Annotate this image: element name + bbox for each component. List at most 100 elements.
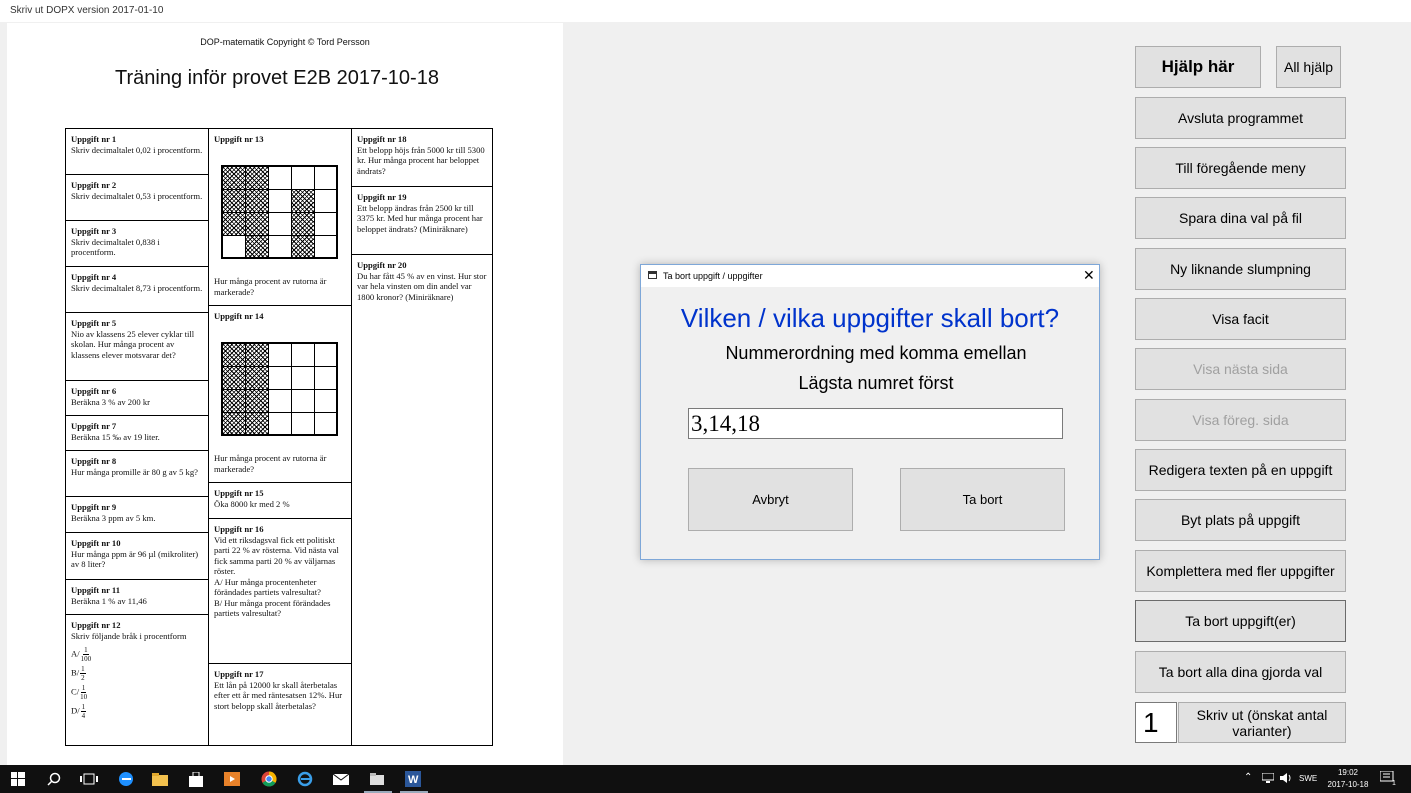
task-view-icon[interactable] bbox=[78, 769, 100, 789]
print-button[interactable]: Skriv ut (önskat antal varianter) bbox=[1178, 702, 1346, 743]
grid-cell bbox=[267, 365, 292, 390]
edge-icon[interactable] bbox=[116, 769, 136, 789]
task-cell: Uppgift nr 17 Ett lån på 12000 kr skall å… bbox=[214, 669, 343, 711]
task-column-1: Uppgift nr 1 Skriv decimaltalet 0,02 i pr… bbox=[66, 129, 209, 745]
help-here-button[interactable]: Hjälp här bbox=[1135, 46, 1261, 88]
task-cell: Uppgift nr 11 Beräkna 1 % av 11,46 bbox=[66, 580, 208, 615]
chrome-icon[interactable] bbox=[259, 769, 279, 789]
grid-cell-marked bbox=[221, 211, 246, 236]
clock-date[interactable]: 2017-10-18 bbox=[1325, 780, 1371, 789]
grid-cell-marked bbox=[221, 365, 246, 390]
page-title: Träning inför provet E2B 2017-10-18 bbox=[115, 67, 439, 89]
grid-cell bbox=[267, 211, 292, 236]
fraction-b: B/1 2 bbox=[71, 665, 86, 682]
clock-time[interactable]: 19:02 bbox=[1337, 768, 1359, 777]
grid-cell-marked bbox=[244, 388, 269, 413]
grid-cell bbox=[313, 342, 338, 367]
grid-cell-marked bbox=[221, 188, 246, 213]
confirm-remove-button[interactable]: Ta bort bbox=[900, 468, 1065, 531]
task-cell: Uppgift nr 4 Skriv decimaltalet 8,73 i pr… bbox=[66, 267, 208, 313]
task-cell: Uppgift nr 7 Beräkna 15 ‰ av 19 liter. bbox=[66, 416, 208, 451]
dialog-question: Vilken / vilka uppgifter skall bort? bbox=[680, 303, 1060, 333]
task-cell: Uppgift nr 1 Skriv decimaltalet 0,02 i pr… bbox=[66, 129, 208, 175]
store-icon[interactable] bbox=[186, 769, 206, 789]
grid-cell bbox=[267, 234, 292, 259]
internet-explorer-icon[interactable] bbox=[295, 769, 315, 789]
start-icon[interactable] bbox=[8, 769, 28, 789]
task-cell: Uppgift nr 10 Hur många ppm är 96 µl (mik… bbox=[66, 533, 208, 580]
show-answers-button[interactable]: Visa facit bbox=[1135, 298, 1346, 340]
variant-count-input[interactable]: 1 bbox=[1135, 702, 1177, 743]
fraction-d: D/1 4 bbox=[71, 703, 87, 720]
grid-cell-marked bbox=[244, 411, 269, 436]
grid-cell bbox=[267, 411, 292, 436]
task-cell: Uppgift nr 14 Hur många procent av rutor… bbox=[209, 306, 351, 483]
media-player-icon[interactable] bbox=[222, 769, 242, 789]
swap-task-button[interactable]: Byt plats på uppgift bbox=[1135, 499, 1346, 541]
grid-cell bbox=[267, 165, 292, 190]
task-cell: Uppgift nr 3 Skriv decimaltalet 0,838 i p… bbox=[66, 221, 208, 267]
dialog-title: Ta bort uppgift / uppgifter bbox=[663, 271, 763, 281]
grid-cell bbox=[267, 188, 292, 213]
close-icon[interactable]: ✕ bbox=[1083, 267, 1095, 284]
edit-task-text-button[interactable]: Redigera texten på en uppgift bbox=[1135, 449, 1346, 491]
grid-cell bbox=[290, 411, 315, 436]
task-cell: Uppgift nr 8 Hur många promille är 80 g a… bbox=[66, 451, 208, 497]
grid-cell-marked bbox=[290, 188, 315, 213]
previous-page-button[interactable]: Visa föreg. sida bbox=[1135, 399, 1346, 441]
task-column-2: Uppgift nr 13 Hur många procent av rutor… bbox=[209, 129, 352, 745]
task-cell: Uppgift nr 19 Ett belopp ändras från 2500… bbox=[352, 187, 492, 255]
grid-cell-marked bbox=[244, 234, 269, 259]
grid-cell bbox=[290, 342, 315, 367]
dialog-instruction-1: Nummerordning med komma emellan bbox=[725, 343, 1027, 363]
next-page-button[interactable]: Visa nästa sida bbox=[1135, 348, 1346, 390]
grid-cell-marked bbox=[290, 211, 315, 236]
volume-icon[interactable] bbox=[1280, 773, 1292, 785]
task-cell: Uppgift nr 20 Du har fått 45 % av en vins… bbox=[357, 260, 487, 302]
remove-tasks-button[interactable]: Ta bort uppgift(er) bbox=[1135, 600, 1346, 642]
task-cell: Uppgift nr 12 Skriv följande bråk i proce… bbox=[66, 615, 208, 745]
quit-button[interactable]: Avsluta programmet bbox=[1135, 97, 1346, 139]
grid-cell-marked bbox=[244, 211, 269, 236]
task-cell: Uppgift nr 13 Hur många procent av rutor… bbox=[209, 129, 351, 306]
save-button[interactable]: Spara dina val på fil bbox=[1135, 197, 1346, 239]
grid-cell bbox=[290, 165, 315, 190]
task-column-3: Uppgift nr 18 Ett belopp höjs från 5000 k… bbox=[352, 129, 492, 745]
task-cell: Uppgift nr 16 Vid ett riksdagsval fick et… bbox=[209, 519, 351, 664]
complete-tasks-button[interactable]: Komplettera med fler uppgifter bbox=[1135, 550, 1346, 592]
task-numbers-input[interactable]: 3,14,18 bbox=[688, 408, 1063, 439]
search-icon[interactable] bbox=[44, 769, 64, 789]
grid-13 bbox=[221, 165, 338, 259]
grid-cell bbox=[267, 388, 292, 413]
task-cell: Uppgift nr 2 Skriv decimaltalet 0,53 i pr… bbox=[66, 175, 208, 221]
new-random-button[interactable]: Ny liknande slumpning bbox=[1135, 248, 1346, 290]
grid-cell-marked bbox=[244, 365, 269, 390]
remove-all-choices-button[interactable]: Ta bort alla dina gjorda val bbox=[1135, 651, 1346, 693]
previous-menu-button[interactable]: Till föregående meny bbox=[1135, 147, 1346, 189]
remove-tasks-dialog: Ta bort uppgift / uppgifter ✕ Vilken / v… bbox=[640, 264, 1100, 560]
input-language[interactable]: SWE bbox=[1299, 774, 1317, 783]
svg-text:W: W bbox=[408, 774, 419, 786]
network-icon[interactable] bbox=[1261, 772, 1275, 785]
grid-cell bbox=[290, 388, 315, 413]
fraction-c: C/1 10 bbox=[71, 684, 88, 701]
task-cell: Uppgift nr 5 Nio av klassens 25 elever cy… bbox=[66, 313, 208, 381]
grid-cell-marked bbox=[221, 411, 246, 436]
dialog-titlebar: Ta bort uppgift / uppgifter ✕ bbox=[641, 265, 1099, 287]
cancel-button[interactable]: Avbryt bbox=[688, 468, 853, 531]
grid-cell bbox=[290, 365, 315, 390]
task-cell: Uppgift nr 18 Ett belopp höjs från 5000 k… bbox=[352, 129, 492, 187]
task-cell: Uppgift nr 9 Beräkna 3 ppm av 5 km. bbox=[66, 497, 208, 533]
grid-cell bbox=[221, 234, 246, 259]
taskbar: W ⌃ SWE 19:02 2017-10-18 1 bbox=[0, 765, 1411, 793]
window-title: Skriv ut DOPX version 2017-01-10 bbox=[0, 0, 1411, 22]
app-icon[interactable] bbox=[367, 769, 387, 789]
grid-cell bbox=[313, 165, 338, 190]
mail-icon[interactable] bbox=[331, 769, 351, 789]
file-explorer-icon[interactable] bbox=[150, 769, 170, 789]
word-icon[interactable]: W bbox=[403, 769, 423, 789]
grid-cell-marked bbox=[221, 165, 246, 190]
copyright: DOP-matematik Copyright © Tord Persson bbox=[200, 37, 370, 47]
chevron-up-icon[interactable]: ⌃ bbox=[1244, 772, 1252, 783]
all-help-button[interactable]: All hjälp bbox=[1276, 46, 1341, 88]
